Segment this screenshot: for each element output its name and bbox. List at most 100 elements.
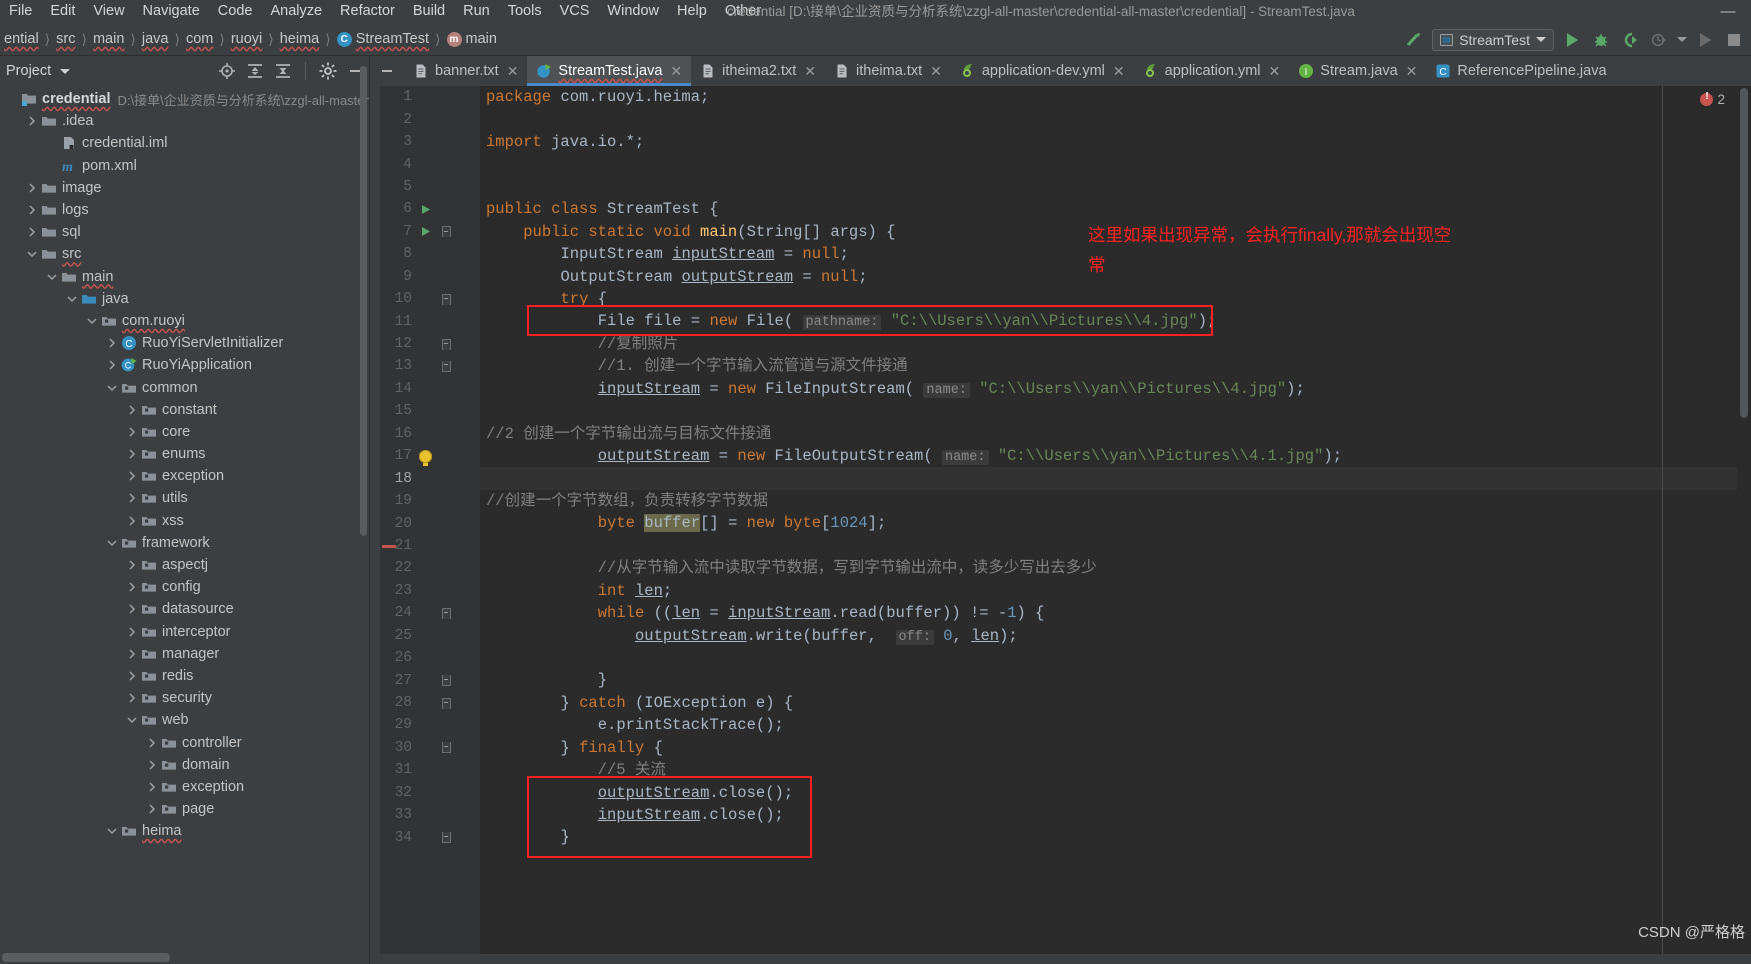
collapse-all-icon[interactable]	[274, 62, 292, 80]
editor-tab-application-dev-yml[interactable]: application-dev.yml ✕	[951, 56, 1134, 86]
stop-button[interactable]	[1723, 29, 1745, 51]
fold-end-icon[interactable]	[436, 675, 456, 687]
chevron-right-icon[interactable]	[124, 515, 140, 527]
tree-node-xss[interactable]: xss	[0, 510, 369, 532]
tree-node-interceptor[interactable]: interceptor	[0, 621, 369, 643]
chevron-down-icon[interactable]	[44, 272, 60, 282]
chevron-right-icon[interactable]	[124, 626, 140, 638]
chevron-right-icon[interactable]	[124, 470, 140, 482]
menu-tools[interactable]: Tools	[499, 0, 551, 23]
chevron-right-icon[interactable]	[124, 559, 140, 571]
tree-node-com-ruoyi[interactable]: com.ruoyi	[0, 310, 369, 332]
tree-node-constant[interactable]: constant	[0, 399, 369, 421]
menu-build[interactable]: Build	[404, 0, 454, 23]
chevron-down-icon[interactable]	[124, 715, 140, 725]
chevron-right-icon[interactable]	[124, 648, 140, 660]
profile-button[interactable]	[1648, 29, 1670, 51]
run-gutter-icon[interactable]	[414, 225, 436, 238]
editor-gutter[interactable]: 1 2 3 4 5 6 7 8 9 10 11 12 13 14 15 16 17 18 19 20 21 22 23 24 2…	[380, 86, 480, 964]
chevron-right-icon[interactable]	[124, 448, 140, 460]
menu-window[interactable]: Window	[598, 0, 668, 23]
breadcrumb-item-method[interactable]: m main	[443, 31, 501, 47]
tree-node-enums[interactable]: enums	[0, 443, 369, 465]
close-icon[interactable]: ✕	[1406, 63, 1418, 80]
tree-node-image[interactable]: image	[0, 177, 369, 199]
chevron-right-icon[interactable]	[124, 404, 140, 416]
editor-tab-referencepipeline-java[interactable]: C ReferencePipeline.java	[1426, 56, 1615, 86]
editor-tab-application-yml[interactable]: application.yml ✕	[1134, 56, 1290, 86]
editor-scrollbar-vertical[interactable]	[1737, 86, 1751, 964]
tree-node-java[interactable]: java	[0, 288, 369, 310]
editor-tab-streamtest-java[interactable]: StreamTest.java ✕	[527, 56, 692, 86]
run-configuration-selector[interactable]: StreamTest	[1432, 28, 1554, 51]
debug-button[interactable]	[1590, 29, 1612, 51]
chevron-right-icon[interactable]	[124, 670, 140, 682]
expand-all-icon[interactable]	[246, 62, 264, 80]
chevron-down-icon[interactable]	[104, 826, 120, 836]
chevron-right-icon[interactable]	[124, 603, 140, 615]
code-content[interactable]: package com.ruoyi.heima; import java.io.…	[480, 86, 1751, 964]
run-gutter-icon[interactable]	[414, 203, 436, 216]
tree-node-common[interactable]: common	[0, 376, 369, 398]
chevron-down-icon[interactable]	[1677, 37, 1687, 42]
breadcrumb-item-heima[interactable]: heima	[276, 31, 324, 47]
project-tree-scrollbar-horizontal[interactable]	[2, 953, 170, 962]
tree-node-manager[interactable]: manager	[0, 643, 369, 665]
chevron-right-icon[interactable]	[24, 115, 40, 127]
tree-node-framework[interactable]: framework	[0, 532, 369, 554]
tree-node-core[interactable]: core	[0, 421, 369, 443]
tree-node--idea[interactable]: .idea	[0, 110, 369, 132]
chevron-right-icon[interactable]	[144, 781, 160, 793]
tree-node-main[interactable]: main	[0, 266, 369, 288]
chevron-down-icon[interactable]	[24, 249, 40, 259]
minimize-button[interactable]: —	[1713, 0, 1743, 23]
close-icon[interactable]: ✕	[507, 63, 519, 80]
tree-node-pom-xml[interactable]: m pom.xml	[0, 155, 369, 177]
run-button[interactable]	[1561, 29, 1583, 51]
tree-node-web[interactable]: web	[0, 709, 369, 731]
tree-node-logs[interactable]: logs	[0, 199, 369, 221]
tree-node-sql[interactable]: sql	[0, 221, 369, 243]
breadcrumb-item-java[interactable]: java	[138, 31, 173, 47]
menu-navigate[interactable]: Navigate	[134, 0, 209, 23]
menu-edit[interactable]: Edit	[41, 0, 84, 23]
tree-node-controller[interactable]: controller	[0, 731, 369, 753]
breadcrumb-item-project[interactable]: ential	[0, 31, 43, 47]
project-tree[interactable]: credential D:\接单\企业资质与分析系统\zzgl-all-maste…	[0, 86, 369, 964]
menu-view[interactable]: View	[84, 0, 133, 23]
breadcrumb-item-main[interactable]: main	[89, 31, 128, 47]
tree-node-aspectj[interactable]: aspectj	[0, 554, 369, 576]
chevron-right-icon[interactable]	[24, 204, 40, 216]
tree-node-exception[interactable]: exception	[0, 465, 369, 487]
tree-node-credential[interactable]: credential D:\接单\企业资质与分析系统\zzgl-all-maste…	[0, 88, 369, 110]
chevron-down-icon[interactable]	[60, 68, 71, 74]
chevron-right-icon[interactable]	[104, 359, 120, 371]
chevron-right-icon[interactable]	[24, 226, 40, 238]
locate-icon[interactable]	[218, 62, 236, 80]
chevron-down-icon[interactable]	[104, 383, 120, 393]
breadcrumb-item-ruoyi[interactable]: ruoyi	[227, 31, 266, 47]
fold-collapse-icon[interactable]	[436, 338, 456, 350]
chevron-right-icon[interactable]	[124, 426, 140, 438]
chevron-down-icon[interactable]	[104, 538, 120, 548]
editor-tab-banner-txt[interactable]: banner.txt ✕	[404, 56, 527, 86]
chevron-right-icon[interactable]	[124, 492, 140, 504]
fold-end-icon[interactable]	[436, 832, 456, 844]
chevron-right-icon[interactable]	[104, 337, 120, 349]
chevron-right-icon[interactable]	[144, 737, 160, 749]
tree-node-domain[interactable]: domain	[0, 754, 369, 776]
close-icon[interactable]: ✕	[670, 63, 682, 80]
chevron-down-icon[interactable]	[64, 294, 80, 304]
tree-node-config[interactable]: config	[0, 576, 369, 598]
menu-vcs[interactable]: VCS	[551, 0, 599, 23]
editor-collapse-button[interactable]	[370, 56, 404, 86]
tree-node-exception[interactable]: exception	[0, 776, 369, 798]
editor-tab-stream-java[interactable]: I Stream.java ✕	[1289, 56, 1426, 86]
breadcrumb-item-com[interactable]: com	[182, 31, 217, 47]
breadcrumb-item-src[interactable]: src	[52, 31, 79, 47]
close-icon[interactable]: ✕	[930, 63, 942, 80]
fold-collapse-icon[interactable]	[436, 607, 456, 619]
menu-file[interactable]: File	[0, 0, 41, 23]
chevron-right-icon[interactable]	[144, 803, 160, 815]
tree-node-credential-iml[interactable]: credential.iml	[0, 132, 369, 154]
